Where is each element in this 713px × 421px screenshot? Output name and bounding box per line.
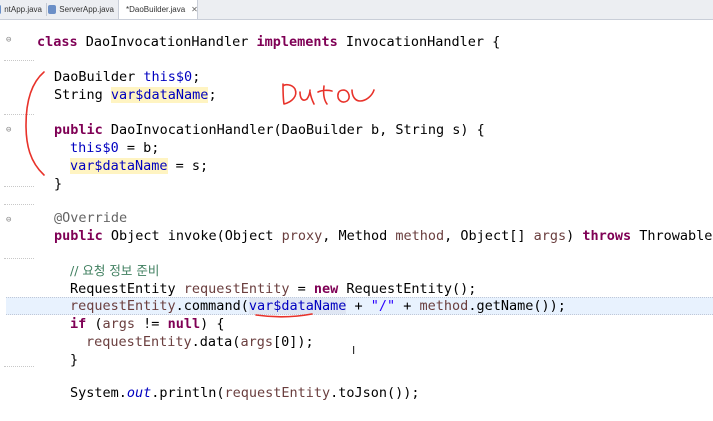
scribble-ink-mark	[282, 83, 375, 105]
handwriting-overlay	[25, 71, 375, 318]
underline-ink-mark	[255, 313, 313, 318]
bracket-ink-mark	[25, 71, 45, 176]
